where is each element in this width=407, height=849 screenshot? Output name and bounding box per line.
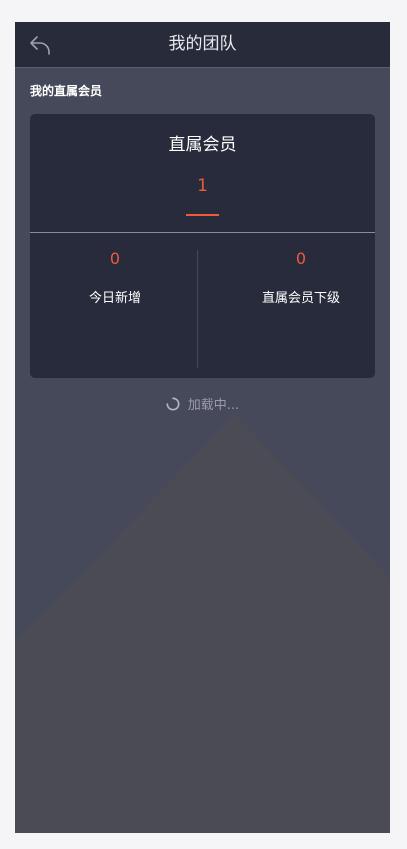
- stat-subordinates[interactable]: 0 直属会员下级: [203, 233, 375, 378]
- page-title: 我的团队: [168, 34, 237, 54]
- member-count: 1: [197, 176, 208, 196]
- loading-text: 加载中...: [187, 398, 240, 413]
- section-label: 我的直属会员: [30, 84, 103, 98]
- direct-members-card: 直属会员 1 0 今日新增 0 直属会员下级: [30, 114, 375, 378]
- stat-value: 0: [295, 249, 307, 268]
- stat-label: 直属会员下级: [261, 291, 340, 306]
- spinner-icon: [166, 397, 180, 410]
- stat-value: 0: [109, 249, 121, 268]
- column-divider: [197, 250, 198, 368]
- count-underline: [186, 214, 219, 216]
- card-title: 直属会员: [168, 135, 237, 155]
- stat-label: 今日新增: [88, 291, 141, 306]
- phone-screen: 我的团队 我的直属会员 直属会员 1 0 今日新增 0 直属会员下级 加载中..…: [15, 22, 390, 833]
- loading-indicator: 加载中...: [15, 394, 390, 413]
- stat-today-new[interactable]: 0 今日新增: [30, 233, 202, 378]
- app-header: 我的团队: [15, 22, 390, 68]
